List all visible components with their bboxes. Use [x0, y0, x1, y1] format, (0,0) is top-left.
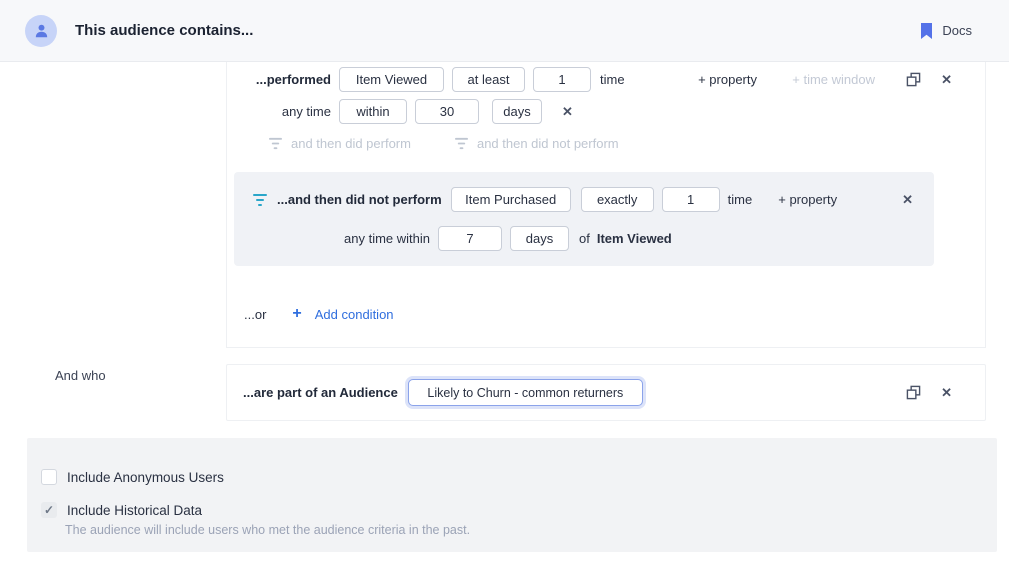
bookmark-icon [920, 23, 933, 39]
did-not-perform-label: ...and then did not perform [277, 192, 442, 207]
any-time-label: any time [227, 104, 331, 119]
audience-select-input[interactable] [408, 379, 643, 406]
option-label: and then did not perform [477, 136, 619, 151]
option-label: and then did perform [291, 136, 411, 151]
and-who-label: And who [55, 368, 106, 383]
sequence-condition-box: ...and then did not perform Item Purchas… [234, 172, 934, 266]
of-event-label: Item Viewed [597, 231, 672, 246]
anonymous-users-label: Include Anonymous Users [67, 470, 224, 485]
historical-data-label: Include Historical Data [67, 503, 202, 518]
conditions-card: ...performed Item Viewed at least time +… [226, 62, 986, 348]
within-dropdown[interactable]: within [339, 99, 407, 124]
count-input[interactable] [533, 67, 591, 92]
window-value-input[interactable] [415, 99, 479, 124]
operator-dropdown[interactable]: at least [452, 67, 525, 92]
docs-link[interactable]: Docs [920, 23, 972, 39]
of-label: of [579, 231, 590, 246]
avatar [25, 15, 57, 47]
anonymous-users-row: Include Anonymous Users [41, 469, 224, 485]
duplicate-icon[interactable] [906, 385, 921, 400]
sequence-options-row: and then did perform and then did not pe… [227, 134, 985, 152]
performed-row: ...performed Item Viewed at least time +… [227, 66, 985, 92]
options-panel: Include Anonymous Users ✓ Include Histor… [27, 438, 997, 552]
add-time-window-button[interactable]: + time window [792, 72, 875, 87]
part-of-audience-label: ...are part of an Audience [243, 385, 398, 400]
historical-data-description: The audience will include users who met … [65, 523, 470, 537]
and-then-did-not-perform-option[interactable]: and then did not perform [454, 136, 619, 151]
page-title: This audience contains... [75, 22, 253, 39]
time-suffix: time [600, 72, 625, 87]
user-icon [33, 22, 50, 39]
plus-icon[interactable]: + [292, 305, 301, 323]
count-input[interactable] [662, 187, 720, 212]
time-window-row: any time within days ✕ [227, 98, 985, 124]
add-condition-link[interactable]: Add condition [315, 307, 394, 322]
anonymous-users-checkbox[interactable] [41, 469, 57, 485]
or-label: ...or [244, 307, 266, 322]
time-suffix: time [728, 192, 753, 207]
duplicate-icon[interactable] [906, 72, 921, 87]
any-time-within-label: any time within [234, 231, 430, 246]
close-icon[interactable]: ✕ [941, 386, 952, 399]
audience-membership-card: ...are part of an Audience ✕ [226, 364, 986, 421]
close-icon[interactable]: ✕ [562, 105, 573, 118]
close-icon[interactable]: ✕ [902, 193, 913, 206]
funnel-icon [454, 137, 469, 150]
unit-dropdown[interactable]: days [492, 99, 542, 124]
did-not-perform-row: ...and then did not perform Item Purchas… [234, 186, 934, 213]
funnel-icon [268, 137, 283, 150]
docs-label: Docs [942, 23, 972, 38]
or-row: ...or + Add condition [227, 304, 985, 324]
close-icon[interactable]: ✕ [941, 73, 952, 86]
event-dropdown[interactable]: Item Purchased [451, 187, 571, 212]
add-property-button[interactable]: + property [698, 72, 757, 87]
historical-data-row: ✓ Include Historical Data [41, 502, 202, 518]
within-of-row: any time within days of Item Viewed [234, 225, 934, 252]
unit-dropdown[interactable]: days [510, 226, 569, 251]
and-then-did-perform-option[interactable]: and then did perform [268, 136, 411, 151]
window-value-input[interactable] [438, 226, 502, 251]
header: This audience contains... Docs [0, 0, 1009, 62]
add-property-button[interactable]: + property [778, 192, 837, 207]
audience-builder-page: This audience contains... Docs ...perfor… [0, 0, 1009, 580]
event-dropdown[interactable]: Item Viewed [339, 67, 444, 92]
performed-label: ...performed [227, 72, 331, 87]
historical-data-checkbox[interactable]: ✓ [41, 502, 57, 518]
operator-dropdown[interactable]: exactly [581, 187, 654, 212]
funnel-icon [252, 193, 268, 207]
